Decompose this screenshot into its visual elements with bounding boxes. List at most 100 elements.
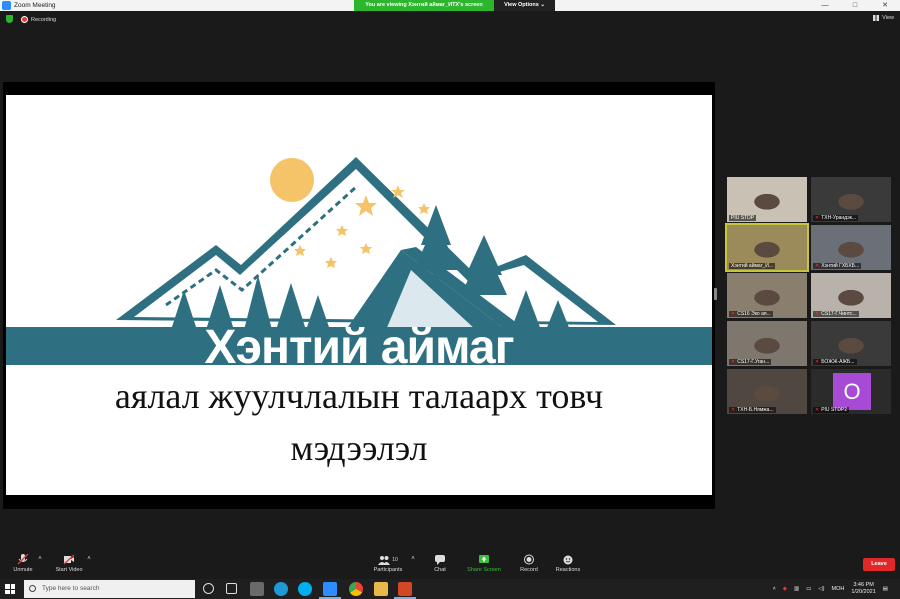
battery-icon[interactable]: ▭	[806, 586, 811, 592]
start-video-button[interactable]: Start Video	[52, 554, 86, 573]
reactions-button[interactable]: Reactions	[553, 554, 583, 573]
leave-button[interactable]: Leave	[863, 558, 895, 571]
share-screen-label: Share Screen	[467, 567, 501, 573]
participant-tile[interactable]: Хэнтий аймаг_И...	[725, 223, 809, 272]
participant-name: CS16 Эко ая...	[737, 311, 771, 317]
app-title-group: Zoom Meeting	[2, 1, 56, 10]
participants-button[interactable]: 10 Participants	[370, 554, 406, 573]
participant-tile[interactable]: ✕ CS17-Г.Уган...	[727, 321, 807, 366]
shared-screen[interactable]: Хэнтий аймаг аялал жуулчлалын талаарх то…	[3, 82, 715, 509]
chat-bubble-icon	[435, 555, 445, 565]
muted-mic-icon: ✕	[815, 311, 820, 317]
chat-label: Chat	[434, 567, 446, 573]
participants-count: 10	[392, 556, 398, 563]
record-button[interactable]: Record	[516, 554, 542, 573]
participant-tile[interactable]: ✕ Хэнтий ГХБХБ...	[811, 225, 891, 270]
file-explorer-icon[interactable]	[374, 582, 388, 596]
meeting-area: Recording View Хэнтий аймаг аялал жуулчл…	[0, 11, 900, 549]
network-icon[interactable]: ▥	[794, 586, 799, 592]
participant-tile[interactable]: ✕ ТХН-Урандэк...	[811, 177, 891, 222]
notifications-icon[interactable]: ▤	[883, 586, 888, 592]
participant-tile[interactable]: O ✕ PIU STDP2	[811, 369, 891, 414]
maximize-button[interactable]: □	[840, 0, 870, 11]
taskbar-search-box[interactable]: Type here to search	[24, 580, 195, 598]
muted-mic-icon: ✕	[815, 359, 820, 365]
participant-name-tag: PIU STDP	[729, 215, 757, 221]
participant-name: БОЖЖ-АЖБ...	[821, 359, 855, 365]
panel-resize-handle[interactable]	[714, 288, 717, 300]
participant-name: CS17-Г.Чинтс...	[821, 311, 857, 317]
volume-icon[interactable]: ◁)	[818, 586, 824, 592]
chrome-icon[interactable]	[349, 582, 363, 596]
app-icon[interactable]	[250, 582, 264, 596]
unmute-button[interactable]: Unmute	[10, 554, 36, 573]
task-view-icon[interactable]	[226, 583, 237, 594]
viewing-screen-banner: You are viewing Хэнтий аймаг_ИТХ's scree…	[354, 0, 494, 11]
show-hidden-icons-chevron-icon[interactable]: ˄	[773, 586, 776, 592]
chat-button[interactable]: Chat	[428, 554, 452, 573]
system-tray: ˄ ◆ ▥ ▭ ◁) МОН 3:46 PM 1/20/2021 ▤	[773, 579, 900, 599]
participant-name: PIU STDP2	[821, 407, 848, 413]
reactions-smiley-icon	[563, 555, 573, 565]
participant-tile[interactable]: ✕ CS17-Г.Чинтс...	[811, 273, 891, 318]
participant-name-tag: ✕ PIU STDP2	[813, 407, 850, 413]
meeting-toolbar: Unmute ˄ Start Video ˄ 10 Participants ˄…	[0, 549, 900, 579]
video-options-chevron-icon[interactable]: ˄	[86, 556, 92, 562]
participant-name-tag: ✕ ТХН-Урандэк...	[813, 215, 859, 221]
participant-name: ТХН-Урандэк...	[821, 215, 857, 221]
participant-name-tag: Хэнтий аймаг_И...	[729, 263, 776, 269]
participant-name-tag: ✕ Хэнтий ГХБХБ...	[813, 263, 862, 269]
participants-icon	[378, 555, 391, 565]
meeting-status: Recording	[6, 15, 56, 23]
record-label: Record	[520, 567, 538, 573]
participants-chevron-icon[interactable]: ˄	[410, 556, 416, 562]
search-placeholder: Type here to search	[42, 585, 100, 592]
window-title-bar: Zoom Meeting You are viewing Хэнтий айма…	[0, 0, 900, 11]
participant-tile[interactable]: ✕ ТХН-Б.Нямжа...	[727, 369, 807, 414]
window-title: Zoom Meeting	[14, 2, 56, 9]
muted-mic-icon: ✕	[815, 407, 820, 413]
language-indicator[interactable]: МОН	[831, 586, 844, 592]
participant-tile[interactable]: PIU STDP	[727, 177, 807, 222]
sun-icon	[270, 158, 314, 202]
edge-browser-icon[interactable]	[274, 582, 288, 596]
clock-date: 1/20/2021	[851, 589, 876, 595]
muted-mic-icon: ✕	[815, 263, 820, 269]
share-screen-button[interactable]: Share Screen	[464, 554, 504, 573]
windows-start-icon[interactable]	[5, 584, 15, 594]
participant-tile[interactable]: ✕ CS16 Эко ая...	[727, 273, 807, 318]
windows-taskbar: Type here to search ˄ ◆ ▥ ▭ ◁) МОН 3:46 …	[0, 579, 900, 599]
security-shield-icon[interactable]	[6, 15, 13, 23]
recording-label: Recording	[31, 16, 57, 23]
minimize-button[interactable]: —	[810, 0, 840, 11]
audio-options-chevron-icon[interactable]: ˄	[37, 556, 43, 562]
participant-name: ТХН-Б.Нямжа...	[737, 407, 774, 413]
zoom-taskbar-icon[interactable]	[319, 582, 341, 599]
slide-title: Хэнтий аймаг	[204, 321, 514, 374]
taskbar-clock[interactable]: 3:46 PM 1/20/2021	[851, 582, 875, 596]
window-controls: — □ ✕	[810, 0, 900, 11]
reactions-label: Reactions	[555, 567, 581, 573]
search-icon	[29, 585, 36, 592]
view-label: View	[882, 15, 894, 21]
participant-name: Хэнтий аймаг_И...	[731, 263, 774, 269]
start-video-label: Start Video	[55, 567, 83, 573]
participant-name-tag: ✕ CS17-Г.Чинтс...	[813, 311, 859, 317]
view-button[interactable]: View	[873, 15, 894, 21]
clock-time: 3:46 PM	[853, 582, 874, 588]
antivirus-icon[interactable]: ◆	[783, 586, 787, 592]
participant-name-tag: ✕ CS17-Г.Уган...	[729, 359, 772, 365]
participant-avatar: O	[833, 373, 871, 410]
view-options-button[interactable]: View Options ⌄	[494, 0, 555, 11]
participant-tile[interactable]: ✕ БОЖЖ-АЖБ...	[811, 321, 891, 366]
participant-name: CS17-Г.Уган...	[737, 359, 770, 365]
powerpoint-icon[interactable]	[394, 582, 416, 599]
record-icon	[524, 554, 534, 565]
cortana-icon[interactable]	[203, 583, 214, 594]
participant-name: Хэнтий ГХБХБ...	[821, 263, 860, 269]
slide-subtitle-line-1: аялал жуулчлалын талаарх товч	[114, 376, 604, 416]
recording-indicator[interactable]: Recording	[21, 15, 57, 23]
close-button[interactable]: ✕	[870, 0, 900, 11]
muted-mic-icon: ✕	[731, 359, 736, 365]
skype-icon[interactable]	[298, 582, 312, 596]
